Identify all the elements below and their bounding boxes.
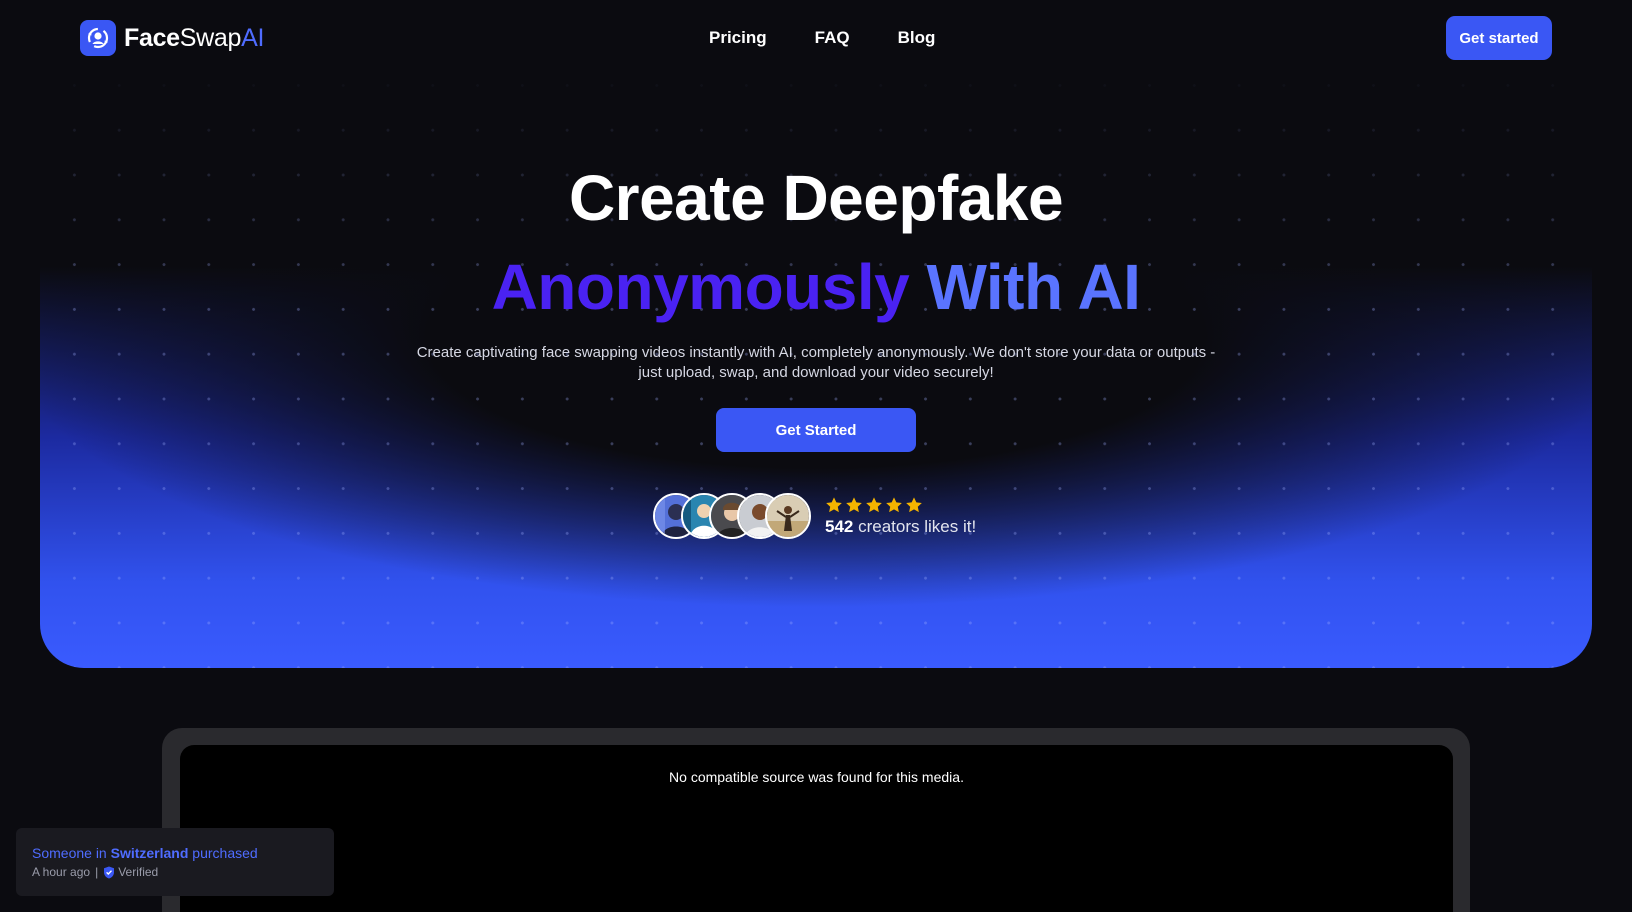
- star-icon: [866, 496, 882, 512]
- avatar-icon: [765, 493, 811, 539]
- get-started-hero-button[interactable]: Get Started: [716, 408, 916, 452]
- hero-subtitle-line1: Create captivating face swapping videos …: [416, 344, 1216, 361]
- notification-time: A hour ago: [32, 865, 91, 879]
- nav-links: Pricing FAQ Blog: [709, 27, 935, 49]
- nav-link-blog[interactable]: Blog: [898, 27, 936, 49]
- hero-title-line2: Anonymously With AI: [0, 251, 1632, 323]
- video-error-message: No compatible source was found for this …: [669, 769, 964, 785]
- faceswap-logo-icon: [80, 20, 116, 56]
- purchase-notification[interactable]: Someone in Switzerland purchased A hour …: [16, 828, 334, 896]
- social-proof: 542 creators likes it!: [653, 492, 976, 540]
- brand-name-part2: Swap: [179, 24, 242, 52]
- notification-message: Someone in Switzerland purchased: [32, 845, 318, 861]
- likes-label: creators likes it!: [858, 516, 977, 536]
- brand-name-part3: AI: [241, 24, 265, 52]
- notification-separator: |: [95, 865, 99, 879]
- brand-name: FaceSwapAI: [124, 20, 264, 56]
- star-icon: [906, 496, 922, 512]
- verified-badge: Verified: [103, 864, 158, 880]
- verified-shield-icon: [104, 866, 115, 878]
- creator-avatars: [653, 493, 811, 539]
- hero-title-line1: Create Deepfake: [568, 162, 1064, 234]
- star-icon: [886, 496, 902, 512]
- notification-suffix: purchased: [192, 845, 258, 861]
- star-icon: [846, 496, 862, 512]
- rating-block: 542 creators likes it!: [825, 496, 976, 537]
- hero-subtitle-line2: just upload, swap, and download your vid…: [638, 364, 994, 381]
- hero-title-anonymously: Anonymously: [491, 251, 910, 323]
- nav-link-faq[interactable]: FAQ: [815, 27, 850, 49]
- brand-logo[interactable]: FaceSwapAI: [80, 20, 264, 56]
- hero-subtitle: Create captivating face swapping videos …: [400, 343, 1232, 383]
- notification-meta: A hour ago | Verified: [32, 864, 318, 880]
- notification-location: Switzerland: [110, 845, 189, 861]
- video-player[interactable]: No compatible source was found for this …: [180, 745, 1453, 912]
- notification-prefix: Someone in: [32, 845, 107, 861]
- landing-page: FaceSwapAI Pricing FAQ Blog Get started …: [0, 0, 1632, 912]
- likes-text: 542 creators likes it!: [825, 517, 976, 537]
- likes-count: 542: [825, 516, 854, 536]
- nav-link-pricing[interactable]: Pricing: [709, 27, 767, 49]
- verified-label: Verified: [118, 865, 159, 879]
- star-icon: [826, 496, 842, 512]
- hero-title-with-ai: With AI: [926, 251, 1141, 323]
- rating-stars: [825, 496, 976, 514]
- get-started-nav-button[interactable]: Get started: [1446, 16, 1552, 60]
- brand-name-part1: Face: [124, 24, 180, 52]
